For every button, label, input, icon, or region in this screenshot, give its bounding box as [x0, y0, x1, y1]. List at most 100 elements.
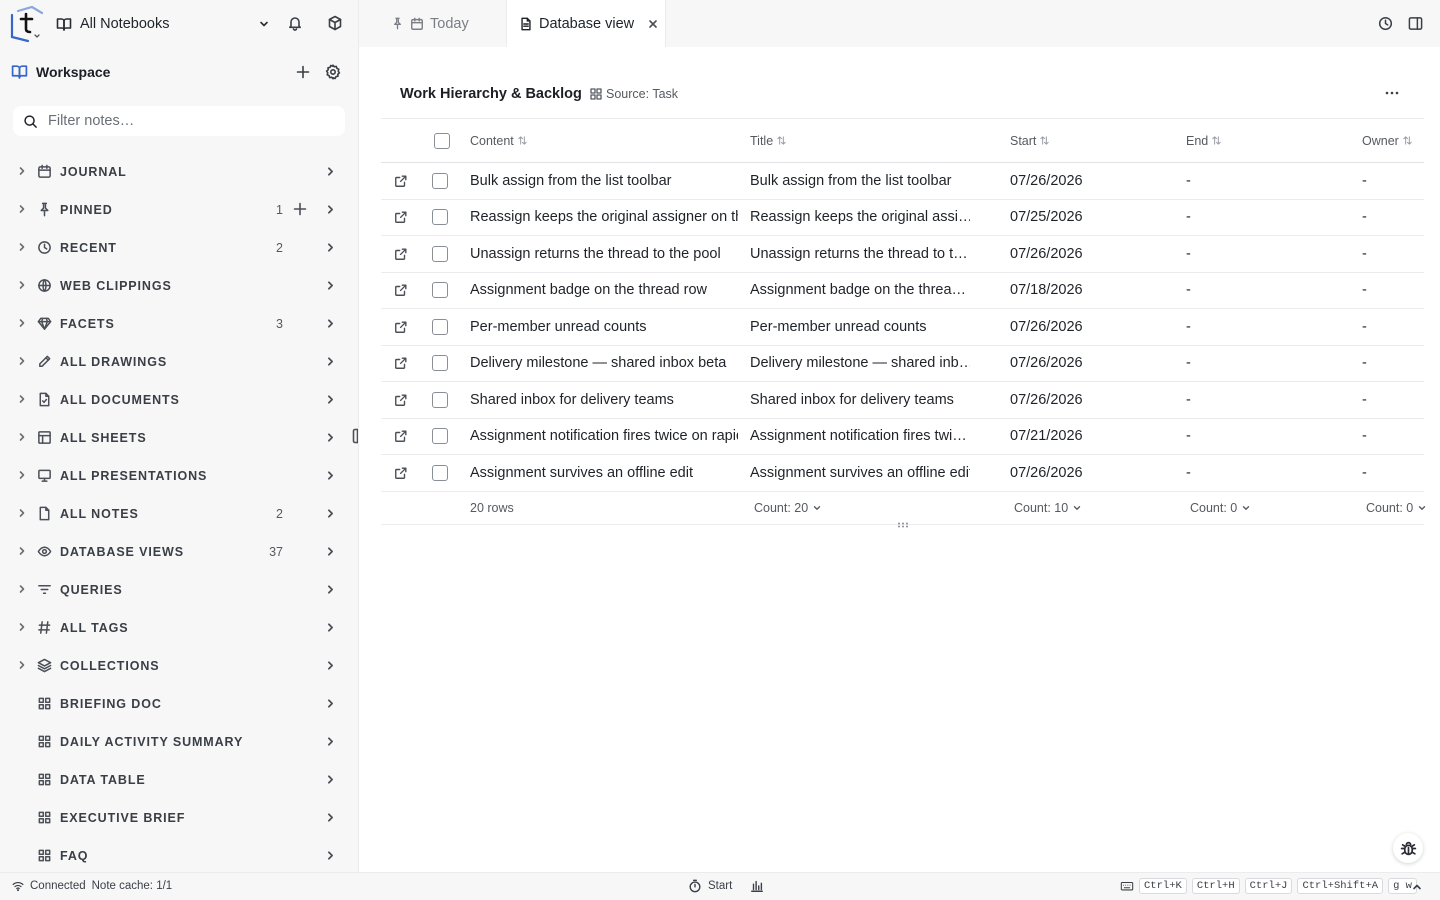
cell-title[interactable]: Delivery milestone — shared inb…	[750, 346, 970, 382]
sidebar-item-database-views[interactable]: DATABASE VIEWS 37	[0, 533, 358, 571]
table-row[interactable]: Assignment survives an offline edit Assi…	[381, 455, 1424, 492]
chevron-right-icon[interactable]	[16, 279, 28, 291]
add-note-button[interactable]	[291, 60, 315, 84]
table-row[interactable]: Per-member unread counts Per-member unre…	[381, 309, 1424, 346]
sidebar-item-all-documents[interactable]: ALL DOCUMENTS	[0, 381, 358, 419]
sidebar-item-journal[interactable]: JOURNAL	[0, 153, 358, 191]
cell-content[interactable]: Shared inbox for delivery teams	[470, 382, 738, 418]
cell-content[interactable]: Bulk assign from the list toolbar	[470, 163, 738, 199]
sidebar-item-faq[interactable]: FAQ	[0, 837, 358, 872]
chevron-right-icon[interactable]	[16, 203, 28, 215]
cell-content[interactable]: Assignment badge on the thread row	[470, 273, 738, 309]
column-header-owner[interactable]: Owner	[1362, 119, 1422, 162]
column-header-end[interactable]: End	[1186, 119, 1326, 162]
notifications-button[interactable]	[283, 11, 307, 35]
cell-owner[interactable]: -	[1362, 309, 1422, 345]
cell-title[interactable]: Unassign returns the thread to t…	[750, 236, 970, 272]
tab-database-view[interactable]: Database view	[506, 0, 666, 47]
cell-owner[interactable]: -	[1362, 419, 1422, 455]
filter-notes-input[interactable]	[48, 113, 328, 129]
open-record-button[interactable]	[394, 382, 414, 418]
tab-today[interactable]: Today	[391, 0, 469, 47]
row-checkbox[interactable]	[432, 346, 452, 382]
cell-end[interactable]: -	[1186, 163, 1326, 199]
cell-start[interactable]: 07/25/2026	[1010, 200, 1150, 236]
chevron-right-icon[interactable]	[324, 431, 337, 444]
owner-count-aggregate[interactable]: Count: 0	[1366, 492, 1426, 524]
chevron-right-icon[interactable]	[324, 849, 337, 862]
cell-end[interactable]: -	[1186, 309, 1326, 345]
chevron-up-icon[interactable]	[1411, 881, 1423, 893]
cell-content[interactable]: Assignment survives an offline edit	[470, 455, 738, 491]
chevron-right-icon[interactable]	[324, 659, 337, 672]
table-row[interactable]: Delivery milestone — shared inbox beta D…	[381, 346, 1424, 382]
table-row[interactable]: Reassign keeps the original assigner on …	[381, 200, 1424, 236]
chevron-right-icon[interactable]	[324, 317, 337, 330]
cell-end[interactable]: -	[1186, 200, 1326, 236]
cell-title[interactable]: Assignment survives an offline edit	[750, 455, 970, 491]
open-record-button[interactable]	[394, 455, 414, 491]
close-icon[interactable]	[648, 19, 658, 29]
cell-end[interactable]: -	[1186, 382, 1326, 418]
title-count-aggregate[interactable]: Count: 20	[754, 492, 974, 524]
table-row[interactable]: Bulk assign from the list toolbar Bulk a…	[381, 163, 1424, 200]
cell-end[interactable]: -	[1186, 236, 1326, 272]
row-checkbox[interactable]	[432, 200, 452, 236]
select-all-checkbox[interactable]	[434, 119, 454, 162]
start-count-aggregate[interactable]: Count: 10	[1014, 492, 1154, 524]
column-header-start[interactable]: Start	[1010, 119, 1150, 162]
sidebar-item-data-table[interactable]: DATA TABLE	[0, 761, 358, 799]
row-checkbox[interactable]	[432, 309, 452, 345]
sidebar-item-all-notes[interactable]: ALL NOTES 2	[0, 495, 358, 533]
chevron-right-icon[interactable]	[16, 355, 28, 367]
cell-end[interactable]: -	[1186, 273, 1326, 309]
sidebar-item-all-tags[interactable]: ALL TAGS	[0, 609, 358, 647]
open-record-button[interactable]	[394, 346, 414, 382]
cell-start[interactable]: 07/26/2026	[1010, 346, 1150, 382]
cell-owner[interactable]: -	[1362, 273, 1422, 309]
cell-owner[interactable]: -	[1362, 455, 1422, 491]
cell-title[interactable]: Per-member unread counts	[750, 309, 970, 345]
timer-start-button[interactable]: Start	[708, 880, 732, 892]
cell-title[interactable]: Shared inbox for delivery teams	[750, 382, 970, 418]
chevron-right-icon[interactable]	[16, 393, 28, 405]
cell-title[interactable]: Assignment badge on the threa…	[750, 273, 970, 309]
cell-end[interactable]: -	[1186, 419, 1326, 455]
chevron-right-icon[interactable]	[324, 621, 337, 634]
chevron-right-icon[interactable]	[16, 583, 28, 595]
sidebar-item-recent[interactable]: RECENT 2	[0, 229, 358, 267]
chevron-right-icon[interactable]	[324, 241, 337, 254]
sidebar-item-all-sheets[interactable]: ALL SHEETS	[0, 419, 358, 457]
chevron-right-icon[interactable]	[16, 545, 28, 557]
workspace-settings-button[interactable]	[321, 60, 345, 84]
history-button[interactable]	[1373, 11, 1397, 35]
resize-handle[interactable]	[897, 522, 909, 528]
cell-owner[interactable]: -	[1362, 200, 1422, 236]
chevron-right-icon[interactable]	[324, 583, 337, 596]
row-checkbox[interactable]	[432, 455, 452, 491]
collapse-sidebar-button[interactable]	[352, 428, 358, 444]
sidebar-item-web-clippings[interactable]: WEB CLIPPINGS	[0, 267, 358, 305]
chevron-right-icon[interactable]	[324, 393, 337, 406]
end-count-aggregate[interactable]: Count: 0	[1190, 492, 1330, 524]
debug-button[interactable]	[1393, 833, 1423, 863]
table-row[interactable]: Assignment badge on the thread row Assig…	[381, 273, 1424, 309]
row-checkbox[interactable]	[432, 163, 452, 199]
open-record-button[interactable]	[394, 309, 414, 345]
chevron-right-icon[interactable]	[16, 241, 28, 253]
chevron-right-icon[interactable]	[324, 279, 337, 292]
row-checkbox[interactable]	[432, 273, 452, 309]
row-checkbox[interactable]	[432, 419, 452, 455]
more-options-button[interactable]	[1384, 85, 1400, 101]
sidebar-item-facets[interactable]: FACETS 3	[0, 305, 358, 343]
chevron-right-icon[interactable]	[324, 165, 337, 178]
chevron-right-icon[interactable]	[324, 773, 337, 786]
sidebar-item-queries[interactable]: QUERIES	[0, 571, 358, 609]
chevron-right-icon[interactable]	[16, 659, 28, 671]
sidebar-item-pinned[interactable]: PINNED 1	[0, 191, 358, 229]
cell-owner[interactable]: -	[1362, 346, 1422, 382]
chevron-right-icon[interactable]	[16, 621, 28, 633]
cell-title[interactable]: Reassign keeps the original assi…	[750, 200, 970, 236]
cell-start[interactable]: 07/26/2026	[1010, 309, 1150, 345]
table-row[interactable]: Shared inbox for delivery teams Shared i…	[381, 382, 1424, 419]
